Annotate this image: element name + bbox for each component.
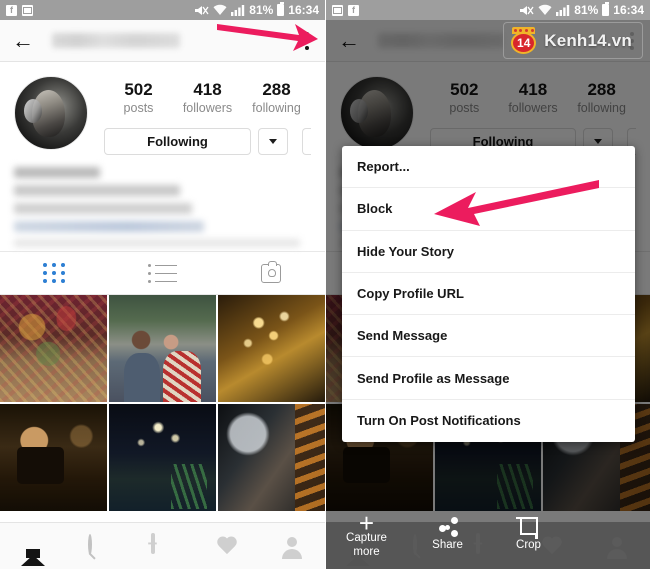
menu-item-turn-on-post-notifications[interactable]: Turn On Post Notifications	[342, 400, 635, 442]
right-panel-menu-open: f 81% 16:34 + Report... Block Hide Your …	[325, 0, 650, 569]
photo-grid-left	[0, 295, 325, 512]
followers-label: followers	[182, 100, 233, 115]
profile-header-left: ←	[0, 20, 325, 62]
menu-item-hide-your-story[interactable]: Hide Your Story	[342, 231, 635, 273]
nav-search[interactable]	[86, 534, 110, 558]
clock: 16:34	[288, 3, 319, 17]
profile-tabs-left	[0, 251, 325, 296]
tagged-person-icon	[260, 260, 281, 283]
menu-item-block[interactable]: Block	[342, 188, 635, 231]
mute-icon	[520, 5, 534, 15]
signal-icon	[231, 5, 245, 16]
status-bar-left-icons: f	[332, 4, 359, 16]
status-bar-right: f 81% 16:34	[326, 0, 650, 20]
shot-toolbar-spacer	[569, 522, 650, 569]
screenshot-toolbar: + Capture more Share Crop	[326, 510, 650, 569]
grid-photo[interactable]	[109, 404, 216, 512]
status-bar-right-icons: 81% 16:34	[519, 2, 644, 17]
stat-followers[interactable]: 418 followers	[179, 80, 237, 116]
battery-percent: 81%	[249, 3, 274, 17]
nav-add[interactable]	[150, 533, 175, 558]
shot-action-share[interactable]: Share	[407, 516, 488, 569]
list-tab[interactable]	[108, 264, 216, 283]
bio-redacted	[0, 155, 325, 251]
mute-icon	[195, 5, 209, 15]
bio-line	[14, 203, 192, 215]
tagged-tab[interactable]	[217, 260, 325, 283]
back-button[interactable]: ←	[12, 29, 38, 52]
kenh14-wordmark: Kenh14.vn	[544, 30, 632, 50]
left-panel-profile: f 81% 16:34 ← 502 posts 418 followers 28…	[0, 0, 325, 569]
following-button[interactable]: Following	[104, 128, 251, 156]
shot-action-capture-more[interactable]: + Capture more	[326, 510, 407, 569]
grid-photo[interactable]	[218, 295, 325, 403]
profile-summary-left: 502 posts 418 followers 288 following Fo…	[0, 62, 325, 156]
menu-item-copy-profile-url[interactable]: Copy Profile URL	[342, 273, 635, 316]
facebook-icon: f	[6, 4, 17, 16]
bio-line	[14, 185, 180, 197]
bottom-nav-left	[0, 522, 325, 569]
screenshot-icon	[332, 4, 343, 16]
menu-item-report[interactable]: Report...	[342, 146, 635, 189]
battery-percent: 81%	[574, 3, 599, 17]
grid-photo[interactable]	[218, 404, 325, 512]
profile-options-menu: Report... Block Hide Your Story Copy Pro…	[342, 146, 635, 443]
followers-count: 418	[193, 80, 222, 99]
grid-photo[interactable]	[0, 295, 107, 403]
menu-item-send-message[interactable]: Send Message	[342, 315, 635, 358]
share-label: Share	[432, 538, 463, 551]
wifi-icon	[538, 4, 552, 16]
home-icon	[20, 538, 45, 566]
grid-photo[interactable]	[0, 404, 107, 512]
nav-profile[interactable]	[281, 534, 305, 558]
username-redacted	[52, 33, 180, 48]
status-bar-left: f 81% 16:34	[0, 0, 325, 20]
posts-label: posts	[123, 100, 154, 115]
crop-icon	[515, 516, 538, 539]
bio-line	[14, 167, 100, 179]
stats-row: 502 posts 418 followers 288 following	[104, 76, 311, 116]
grid-photo[interactable]	[109, 295, 216, 403]
wifi-icon	[213, 4, 227, 16]
profile-right-column: 502 posts 418 followers 288 following Fo…	[88, 76, 311, 156]
crop-label: Crop	[516, 538, 541, 551]
share-icon	[438, 516, 458, 537]
nav-activity[interactable]	[216, 534, 240, 558]
signal-icon	[556, 5, 570, 16]
kenh14-badge-number: 14	[511, 32, 537, 54]
status-bar-right-icons: 81% 16:34	[194, 2, 319, 17]
bio-line	[14, 221, 204, 233]
shot-action-crop[interactable]: Crop	[488, 516, 569, 569]
menu-item-send-profile-as-message[interactable]: Send Profile as Message	[342, 357, 635, 400]
following-label: following	[252, 100, 301, 115]
nav-home[interactable]	[20, 534, 45, 566]
two-panel-screenshot: f 81% 16:34 ← 502 posts 418 followers 28…	[0, 0, 650, 569]
following-count: 288	[262, 80, 291, 99]
battery-icon	[602, 2, 610, 16]
list-icon	[148, 264, 177, 283]
kebab-menu-icon[interactable]	[301, 28, 313, 54]
kenh14-watermark: 14 Kenh14.vn	[503, 22, 643, 59]
stat-posts[interactable]: 502 posts	[110, 80, 168, 116]
status-bar-left-icons: f	[6, 4, 33, 16]
profile-actions: Following	[104, 128, 311, 156]
search-icon	[87, 534, 92, 555]
plus-square-icon	[150, 533, 155, 554]
grid-icon	[42, 263, 66, 284]
bio-line	[14, 239, 300, 248]
capture-more-label-line2: more	[353, 545, 380, 558]
facebook-icon: f	[348, 4, 359, 16]
battery-icon	[277, 2, 285, 16]
avatar[interactable]	[14, 76, 88, 150]
chevron-down-icon[interactable]	[258, 128, 288, 156]
grid-tab[interactable]	[0, 263, 108, 284]
clock: 16:34	[613, 3, 644, 17]
screenshot-icon	[22, 4, 33, 16]
message-button-edge[interactable]	[302, 128, 311, 156]
stat-following[interactable]: 288 following	[248, 80, 306, 116]
kenh14-badge-icon: 14	[510, 27, 537, 54]
plus-icon: +	[358, 508, 375, 539]
posts-count: 502	[124, 80, 153, 99]
